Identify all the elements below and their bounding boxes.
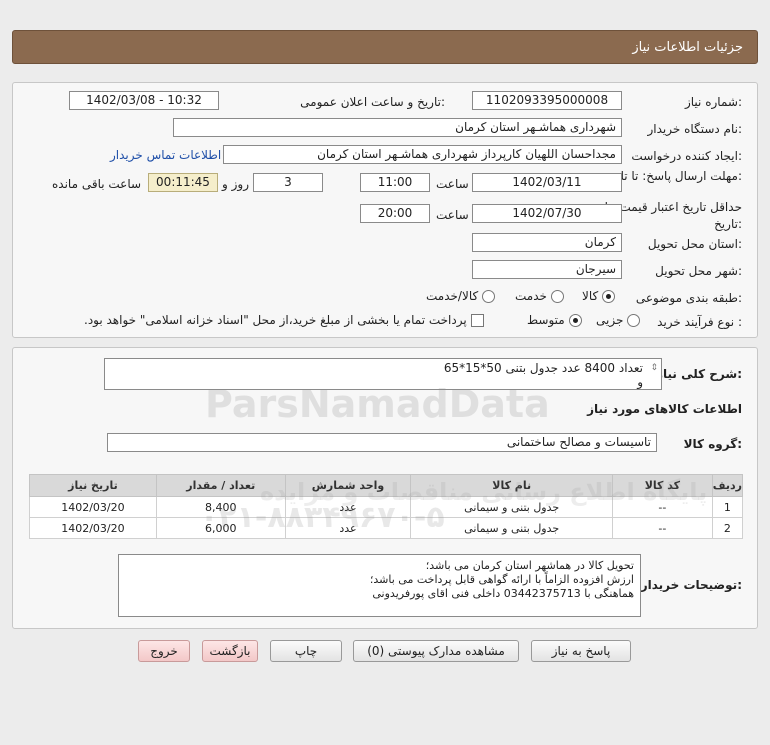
description-line-2: و — [637, 375, 643, 389]
table-row: 1 -- جدول بتنی و سیمانی عدد 8,400 1402/0… — [29, 496, 744, 518]
cell-unit: عدد — [284, 496, 412, 518]
cell-goods-code: -- — [611, 517, 713, 539]
process-label: نوع فرآیند خرید : — [657, 315, 742, 329]
col-quantity: تعداد / مقدار — [155, 474, 286, 497]
reply-button[interactable]: پاسخ به نیاز — [531, 640, 631, 662]
page-header: جزئیات اطلاعات نیاز — [12, 30, 758, 64]
cell-goods-code: -- — [611, 496, 713, 518]
category-both-label: کالا/خدمت — [426, 289, 479, 303]
goods-table-wrap: ردیف کد کالا نام کالا واحد شمارش تعداد /… — [29, 474, 744, 539]
cell-quantity: 8,400 — [155, 496, 286, 518]
process-minor-label: جزیی — [596, 313, 624, 327]
cell-goods-name: جدول بتنی و سیمانی — [410, 517, 613, 539]
back-button[interactable]: بازگشت — [202, 640, 258, 662]
treasury-checkbox[interactable] — [470, 313, 484, 327]
cell-unit: عدد — [284, 517, 412, 539]
category-both-radio[interactable] — [482, 289, 496, 303]
resize-handle-icon[interactable]: ⇕ — [650, 361, 658, 375]
attachments-button[interactable]: مشاهده مدارک پیوستی (0) — [353, 640, 519, 662]
buyer-notes-line-3: هماهنگی با 03442375713 داخلی فنی اقای پو… — [372, 587, 634, 600]
province-label: استان محل تحویل: — [647, 237, 742, 251]
process-option-minor[interactable]: جزیی — [596, 313, 641, 327]
deadline-time-field: 11:00 — [360, 173, 430, 192]
remaining-timer: 00:11:45 — [148, 173, 218, 192]
print-button[interactable]: چاپ — [270, 640, 342, 662]
buyer-notes-box: تحویل کالا در هماشهر استان کرمان می باشد… — [118, 554, 641, 617]
days-field: 3 — [253, 173, 323, 192]
validity-time-label: ساعت — [436, 208, 469, 222]
category-service-radio[interactable] — [550, 289, 564, 303]
city-label: شهر محل تحویل: — [655, 264, 742, 278]
buyer-field: شهرداری هماشـهر استان کرمان — [173, 118, 622, 137]
description-box: تعداد 8400 عدد جدول بتنی 50*15*65 و ⇕ — [104, 358, 662, 390]
validity-time-field: 20:00 — [360, 204, 430, 223]
category-label: طبقه بندی موضوعی: — [635, 291, 742, 305]
deadline-date-field: 1402/03/11 — [472, 173, 622, 192]
city-field: سیرجان — [472, 260, 622, 279]
cell-goods-name: جدول بتنی و سیمانی — [410, 496, 613, 518]
cell-row-number: 2 — [711, 517, 744, 539]
cell-need-date: 1402/03/20 — [29, 517, 157, 539]
category-option-both[interactable]: کالا/خدمت — [426, 289, 496, 303]
cell-need-date: 1402/03/20 — [29, 496, 157, 518]
col-goods-name: نام کالا — [410, 474, 613, 497]
deadline-label: مهلت ارسال پاسخ: تا تاریخ: — [603, 169, 742, 183]
cell-row-number: 1 — [711, 496, 744, 518]
category-goods-label: کالا — [582, 289, 599, 303]
deadline-time-label: ساعت — [436, 177, 469, 191]
description-label: شرح کلی نیاز: — [656, 367, 742, 381]
validity-label: حداقل تاریخ اعتبار قیمت: تا تاریخ: — [604, 200, 742, 231]
col-goods-code: کد کالا — [611, 474, 713, 497]
exit-button[interactable]: خروج — [138, 640, 190, 662]
province-field: کرمان — [472, 233, 622, 252]
announce-label: تاریخ و ساعت اعلان عمومی: — [300, 95, 445, 109]
validity-date-field: 1402/07/30 — [472, 204, 622, 223]
creator-label: ایجاد کننده درخواست: — [631, 149, 742, 163]
need-number-label: شماره نیاز: — [684, 95, 742, 109]
category-option-service[interactable]: خدمت — [515, 289, 564, 303]
buyer-notes-line-2: ارزش افزوده الزاماً با ارائه گواهی قابل … — [369, 573, 634, 586]
table-row: 2 -- جدول بتنی و سیمانی عدد 6,000 1402/0… — [29, 517, 744, 539]
buyer-label: نام دستگاه خریدار: — [647, 122, 743, 136]
description-line-1: تعداد 8400 عدد جدول بتنی 50*15*65 — [443, 361, 643, 375]
buyer-notes-line-1: تحویل کالا در هماشهر استان کرمان می باشد… — [425, 559, 634, 572]
cell-quantity: 6,000 — [155, 517, 286, 539]
process-minor-radio[interactable] — [627, 313, 641, 327]
remaining-label: ساعت باقی مانده — [52, 177, 142, 191]
table-header-row: ردیف کد کالا نام کالا واحد شمارش تعداد /… — [29, 474, 744, 497]
announce-field: 1402/03/08 - 10:32 — [69, 91, 219, 110]
category-service-label: خدمت — [515, 289, 547, 303]
goods-table: ردیف کد کالا نام کالا واحد شمارش تعداد /… — [29, 474, 744, 539]
process-medium-label: متوسط — [527, 313, 565, 327]
goods-group-field: تاسیسات و مصالح ساختمانی — [107, 433, 657, 452]
col-need-date: تاریخ نیاز — [29, 474, 157, 497]
goods-group-label: گروه کالا: — [683, 437, 742, 451]
days-label: روز و — [222, 177, 249, 191]
buyer-contact-link[interactable]: اطلاعات تماس خریدار — [110, 148, 221, 162]
col-row-number: ردیف — [711, 474, 744, 497]
col-unit: واحد شمارش — [284, 474, 412, 497]
buyer-notes-label: توضیحات خریدار: — [640, 578, 742, 592]
category-option-goods[interactable]: کالا — [582, 289, 616, 303]
treasury-option[interactable]: پرداخت تمام یا بخشی از مبلغ خرید،از محل … — [84, 313, 484, 327]
category-goods-radio[interactable] — [602, 289, 616, 303]
process-option-medium[interactable]: متوسط — [527, 313, 582, 327]
process-medium-radio[interactable] — [568, 313, 582, 327]
creator-field: مجداحسان اللهیان کارپرداز شهرداری هماشـه… — [223, 145, 622, 164]
need-number-field: 1102093395000008 — [472, 91, 622, 110]
treasury-note: پرداخت تمام یا بخشی از مبلغ خرید،از محل … — [84, 313, 467, 327]
goods-section-title: اطلاعات کالاهای مورد نیاز — [587, 402, 742, 416]
